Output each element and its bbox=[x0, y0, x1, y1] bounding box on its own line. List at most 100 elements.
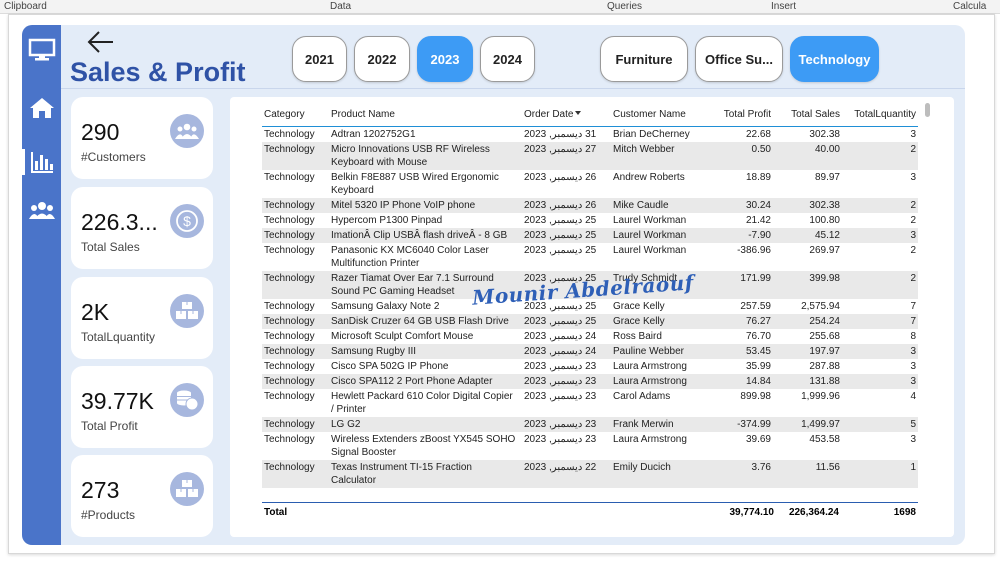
total-quantity-value: 1698 bbox=[893, 507, 916, 518]
table-row[interactable]: Technology Hypercom P1300 Pinpad 25 ديسمبر… bbox=[262, 212, 918, 228]
product-name-line: Keyboard with Mouse bbox=[331, 156, 428, 168]
cell-total-quantity: 3 bbox=[842, 373, 918, 389]
cell-product-name: Belkin F8E887 USB Wired Ergonomic Keyboar… bbox=[329, 169, 522, 198]
table-row[interactable]: Technology ImationÂ Clip USBÂ flash drive… bbox=[262, 227, 918, 243]
table-row[interactable]: Technology Cisco SPA 502G IP Phone 23 ديسم… bbox=[262, 358, 918, 374]
table-row[interactable]: Technology Microsoft Sculpt Comfort Mouse… bbox=[262, 328, 918, 344]
cell-order-date: 31 ديسمبر, 2023 bbox=[522, 126, 611, 142]
cell-category: Technology bbox=[262, 328, 329, 344]
cell-total-profit: 35.99 bbox=[705, 358, 773, 374]
boxes-icon bbox=[170, 294, 204, 328]
slicer-year-2024[interactable]: 2024 bbox=[480, 36, 535, 82]
table-header-row: Category Product Name Order Date Custome… bbox=[262, 103, 918, 127]
slicer-year-2022[interactable]: 2022 bbox=[354, 36, 410, 82]
table-row[interactable]: Technology Micro Innovations USB RF Wirel… bbox=[262, 141, 918, 170]
svg-text:$: $ bbox=[183, 213, 191, 229]
ribbon-group-clipboard[interactable]: Clipboard bbox=[4, 2, 47, 12]
cell-total-profit: -386.96 bbox=[705, 242, 773, 271]
cell-total-sales: 302.38 bbox=[773, 197, 842, 213]
table-total-row: Total 39,774.10 226,364.24 1698 bbox=[262, 502, 918, 522]
ribbon-group-data[interactable]: Data bbox=[330, 2, 351, 12]
cell-total-profit: -7.90 bbox=[705, 227, 773, 243]
cell-total-quantity: 5 bbox=[842, 416, 918, 432]
nav-customers[interactable] bbox=[22, 193, 61, 227]
cell-total-profit: 21.42 bbox=[705, 212, 773, 228]
cell-total-sales: 302.38 bbox=[773, 126, 842, 142]
kpi-label: Total Sales bbox=[81, 240, 140, 254]
column-header-order-date[interactable]: Order Date bbox=[522, 103, 611, 127]
table-scrollbar[interactable] bbox=[925, 103, 930, 117]
table-body: Technology Adtran 1202752G1 31 ديسمبر, 202… bbox=[262, 126, 918, 488]
cell-category: Technology bbox=[262, 388, 329, 417]
column-header-total-profit[interactable]: Total Profit bbox=[705, 103, 773, 127]
cell-total-quantity: 3 bbox=[842, 227, 918, 243]
cell-total-sales: 100.80 bbox=[773, 212, 842, 228]
table-row[interactable]: Technology LG G2 23 ديسمبر, 2023 Frank Merw… bbox=[262, 416, 918, 432]
ribbon-group-calculations[interactable]: Calcula bbox=[953, 2, 986, 12]
product-name-line: Micro Innovations USB RF Wireless bbox=[331, 143, 490, 155]
back-arrow-icon[interactable] bbox=[86, 29, 116, 55]
column-header-label: Order Date bbox=[524, 108, 574, 120]
slicer-year-2023[interactable]: 2023 bbox=[417, 36, 473, 82]
cell-order-date: 23 ديسمبر, 2023 bbox=[522, 431, 611, 460]
kpi-value: 273 bbox=[81, 477, 120, 503]
cell-total-sales: 287.88 bbox=[773, 358, 842, 374]
table-row[interactable]: Technology Mitel 5320 IP Phone VoIP phone… bbox=[262, 197, 918, 213]
product-name-line: LG G2 bbox=[331, 418, 361, 430]
nav-home[interactable] bbox=[22, 91, 61, 125]
cell-product-name: Cisco SPA 502G IP Phone bbox=[329, 358, 522, 374]
column-header-category[interactable]: Category bbox=[262, 103, 329, 127]
ribbon-group-insert[interactable]: Insert bbox=[771, 2, 796, 12]
boxes-icon bbox=[170, 472, 204, 506]
cell-total-profit: 171.99 bbox=[705, 270, 773, 299]
cell-order-date: 24 ديسمبر, 2023 bbox=[522, 343, 611, 359]
monitor-icon bbox=[28, 38, 55, 61]
cell-customer-name: Laurel Workman bbox=[611, 227, 705, 243]
ribbon-group-queries[interactable]: Queries bbox=[607, 2, 642, 12]
table-row[interactable]: Technology SanDisk Cruzer 64 GB USB Flash… bbox=[262, 313, 918, 329]
nav-overview[interactable] bbox=[22, 33, 61, 67]
cell-total-sales: 255.68 bbox=[773, 328, 842, 344]
cell-total-profit: 53.45 bbox=[705, 343, 773, 359]
product-name-line: Cisco SPA 502G IP Phone bbox=[331, 360, 449, 372]
cell-customer-name: Frank Merwin bbox=[611, 416, 705, 432]
cell-order-date: 23 ديسمبر, 2023 bbox=[522, 373, 611, 389]
nav-sales[interactable] bbox=[22, 145, 61, 179]
table-row[interactable]: Technology Hewlett Packard 610 Color Digi… bbox=[262, 388, 918, 417]
kpi-label: #Products bbox=[81, 508, 136, 522]
table-row[interactable]: Technology Samsung Rugby III 24 ديسمبر, 20… bbox=[262, 343, 918, 359]
cell-category: Technology bbox=[262, 358, 329, 374]
cell-total-quantity: 2 bbox=[842, 242, 918, 271]
column-header-customer-name[interactable]: Customer Name bbox=[611, 103, 705, 127]
cell-total-sales: 1,999.96 bbox=[773, 388, 842, 417]
table-row[interactable]: Technology Wireless Extenders zBoost YX54… bbox=[262, 431, 918, 460]
table-row[interactable]: Technology Adtran 1202752G1 31 ديسمبر, 202… bbox=[262, 126, 918, 142]
cell-order-date: 25 ديسمبر, 2023 bbox=[522, 242, 611, 271]
product-name-line: Texas Instrument TI-15 Fraction bbox=[331, 461, 472, 473]
table-row[interactable]: Technology Cisco SPA112 2 Port Phone Adap… bbox=[262, 373, 918, 389]
column-header-total-quantity[interactable]: TotalLquantity bbox=[842, 103, 918, 127]
slicer-year-2021[interactable]: 2021 bbox=[292, 36, 347, 82]
slicer-category-office-supplies[interactable]: Office Su... bbox=[695, 36, 783, 82]
kpi-label: Total Profit bbox=[81, 419, 138, 433]
slicer-category-furniture[interactable]: Furniture bbox=[600, 36, 688, 82]
slicer-category-technology[interactable]: Technology bbox=[790, 36, 879, 82]
cell-category: Technology bbox=[262, 197, 329, 213]
table-row[interactable]: Technology Panasonic KX MC6040 Color Lase… bbox=[262, 242, 918, 271]
cell-total-sales: 1,499.97 bbox=[773, 416, 842, 432]
table-row[interactable]: Technology Texas Instrument TI-15 Fractio… bbox=[262, 459, 918, 488]
column-header-total-sales[interactable]: Total Sales bbox=[773, 103, 842, 127]
cell-product-name: Panasonic KX MC6040 Color Laser Multifunc… bbox=[329, 242, 522, 271]
kpi-value: 2K bbox=[81, 299, 110, 325]
cell-total-profit: 0.50 bbox=[705, 141, 773, 170]
column-header-product-name[interactable]: Product Name bbox=[329, 103, 522, 127]
cell-order-date: 23 ديسمبر, 2023 bbox=[522, 388, 611, 417]
table-row[interactable]: Technology Belkin F8E887 USB Wired Ergono… bbox=[262, 169, 918, 198]
cell-customer-name: Ross Baird bbox=[611, 328, 705, 344]
cell-customer-name: Brian DeCherney bbox=[611, 126, 705, 142]
kpi-label: TotalLquantity bbox=[81, 330, 156, 344]
total-label: Total bbox=[264, 507, 288, 518]
cell-product-name: Hewlett Packard 610 Color Digital Copier… bbox=[329, 388, 522, 417]
cell-total-quantity: 8 bbox=[842, 328, 918, 344]
cell-product-name: Mitel 5320 IP Phone VoIP phone bbox=[329, 197, 522, 213]
